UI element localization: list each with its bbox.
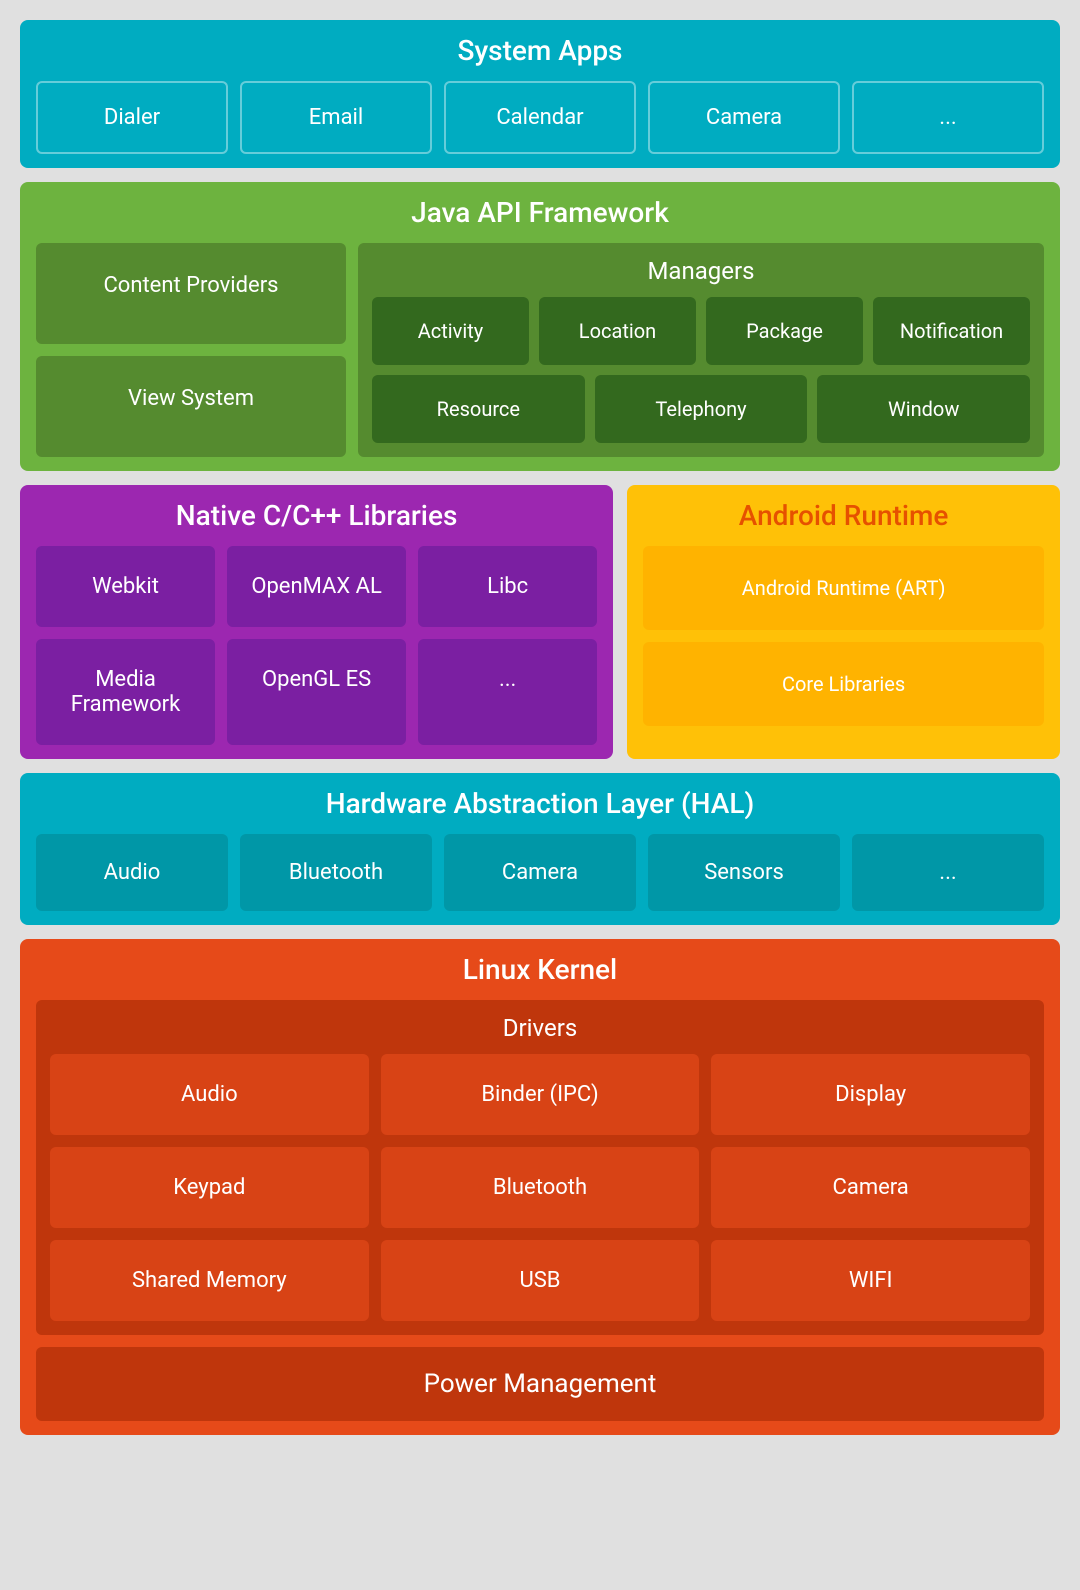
view-system-box: View System xyxy=(36,356,346,457)
managers-row-1: Activity Location Package Notification xyxy=(372,297,1030,365)
runtime-art: Android Runtime (ART) xyxy=(643,546,1044,630)
native-grid: Webkit OpenMAX AL Libc Media Framework O… xyxy=(36,546,597,745)
hal-audio: Audio xyxy=(36,834,228,911)
drivers-grid: Audio Binder (IPC) Display Keypad Blueto… xyxy=(50,1054,1030,1321)
android-runtime-title: Android Runtime xyxy=(643,499,1044,532)
system-app-email: Email xyxy=(240,81,432,154)
native-cpp-layer: Native C/C++ Libraries Webkit OpenMAX AL… xyxy=(20,485,613,759)
linux-kernel-title: Linux Kernel xyxy=(36,953,1044,986)
native-openmax: OpenMAX AL xyxy=(227,546,406,627)
system-app-dialer: Dialer xyxy=(36,81,228,154)
manager-location: Location xyxy=(539,297,696,365)
hal-items: Audio Bluetooth Camera Sensors ... xyxy=(36,834,1044,911)
system-app-more: ... xyxy=(852,81,1044,154)
hal-more: ... xyxy=(852,834,1044,911)
java-api-layer: Java API Framework Content Providers Vie… xyxy=(20,182,1060,471)
managers-grid: Activity Location Package Notification R… xyxy=(372,297,1030,443)
drivers-box: Drivers Audio Binder (IPC) Display Keypa… xyxy=(36,1000,1044,1335)
middle-row: Native C/C++ Libraries Webkit OpenMAX AL… xyxy=(20,485,1060,759)
driver-audio: Audio xyxy=(50,1054,369,1135)
driver-shared-memory: Shared Memory xyxy=(50,1240,369,1321)
driver-usb: USB xyxy=(381,1240,700,1321)
system-apps-title: System Apps xyxy=(36,34,1044,67)
java-api-left: Content Providers View System xyxy=(36,243,346,457)
manager-telephony: Telephony xyxy=(595,375,808,443)
system-app-calendar: Calendar xyxy=(444,81,636,154)
hal-title: Hardware Abstraction Layer (HAL) xyxy=(36,787,1044,820)
native-webkit: Webkit xyxy=(36,546,215,627)
manager-window: Window xyxy=(817,375,1030,443)
system-app-camera: Camera xyxy=(648,81,840,154)
driver-bluetooth: Bluetooth xyxy=(381,1147,700,1228)
manager-package: Package xyxy=(706,297,863,365)
managers-row-2: Resource Telephony Window xyxy=(372,375,1030,443)
driver-keypad: Keypad xyxy=(50,1147,369,1228)
manager-activity: Activity xyxy=(372,297,529,365)
managers-box: Managers Activity Location Package Notif… xyxy=(358,243,1044,457)
native-cpp-title: Native C/C++ Libraries xyxy=(36,499,597,532)
native-more: ... xyxy=(418,639,597,745)
runtime-core-libs: Core Libraries xyxy=(643,642,1044,726)
driver-wifi: WIFI xyxy=(711,1240,1030,1321)
runtime-items: Android Runtime (ART) Core Libraries xyxy=(643,546,1044,726)
driver-binder: Binder (IPC) xyxy=(381,1054,700,1135)
system-apps-items: Dialer Email Calendar Camera ... xyxy=(36,81,1044,154)
hal-bluetooth: Bluetooth xyxy=(240,834,432,911)
manager-resource: Resource xyxy=(372,375,585,443)
driver-display: Display xyxy=(711,1054,1030,1135)
hal-camera: Camera xyxy=(444,834,636,911)
native-libc: Libc xyxy=(418,546,597,627)
native-opengl: OpenGL ES xyxy=(227,639,406,745)
content-providers-box: Content Providers xyxy=(36,243,346,344)
native-media: Media Framework xyxy=(36,639,215,745)
driver-camera: Camera xyxy=(711,1147,1030,1228)
power-management: Power Management xyxy=(36,1347,1044,1421)
linux-kernel-layer: Linux Kernel Drivers Audio Binder (IPC) … xyxy=(20,939,1060,1435)
android-runtime-layer: Android Runtime Android Runtime (ART) Co… xyxy=(627,485,1060,759)
java-api-title: Java API Framework xyxy=(36,196,1044,229)
drivers-title: Drivers xyxy=(50,1014,1030,1042)
manager-notification: Notification xyxy=(873,297,1030,365)
system-apps-layer: System Apps Dialer Email Calendar Camera… xyxy=(20,20,1060,168)
managers-title: Managers xyxy=(372,257,1030,285)
java-api-content: Content Providers View System Managers A… xyxy=(36,243,1044,457)
hal-layer: Hardware Abstraction Layer (HAL) Audio B… xyxy=(20,773,1060,925)
hal-sensors: Sensors xyxy=(648,834,840,911)
